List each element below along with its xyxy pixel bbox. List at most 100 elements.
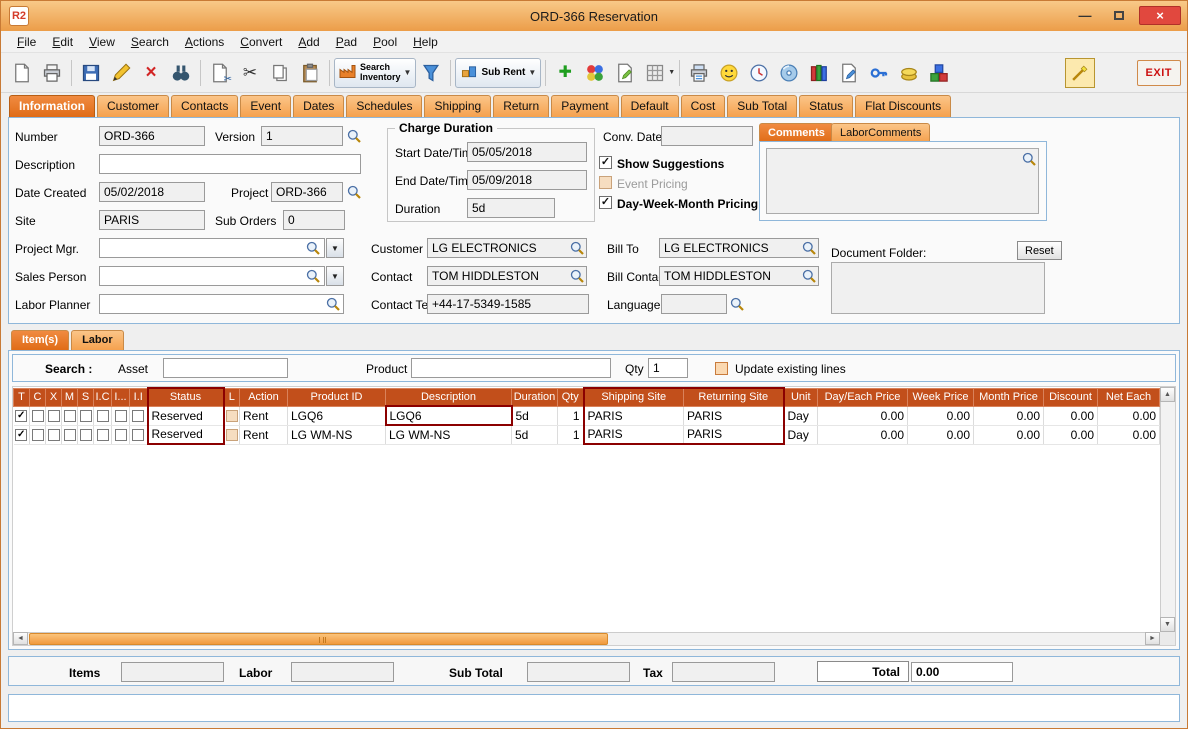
scroll-right-button[interactable]: ►	[1145, 632, 1160, 645]
site-field[interactable]	[99, 210, 205, 230]
pool-button[interactable]	[580, 58, 610, 88]
row-checkbox[interactable]	[63, 410, 76, 423]
contact-search-icon[interactable]	[569, 268, 585, 284]
qty-cell[interactable]: 1	[557, 425, 584, 445]
action-cell[interactable]: Rent	[239, 425, 288, 445]
row-checkbox[interactable]	[132, 410, 145, 423]
row-checkbox[interactable]	[114, 410, 127, 423]
tab-sub-total[interactable]: Sub Total	[727, 95, 798, 117]
tax-field[interactable]	[672, 662, 775, 682]
tab-shipping[interactable]: Shipping	[424, 95, 492, 117]
scroll-up-button[interactable]: ▲	[1160, 387, 1175, 402]
duration-field[interactable]	[467, 198, 555, 218]
dwm-pricing-checkbox[interactable]: ✓	[599, 196, 612, 209]
shipping-site-cell[interactable]: PARIS	[582, 425, 684, 445]
horizontal-scroll-thumb[interactable]	[29, 633, 608, 645]
description-field[interactable]	[99, 154, 361, 174]
key-button[interactable]	[864, 58, 894, 88]
row-s-cell[interactable]	[77, 406, 94, 426]
catalog-button[interactable]	[804, 58, 834, 88]
save-button[interactable]	[76, 58, 106, 88]
week-price-cell[interactable]: 0.00	[907, 406, 974, 426]
row-checkbox[interactable]	[31, 429, 44, 442]
discount-cell[interactable]: 0.00	[1043, 425, 1098, 445]
sales-person-dropdown[interactable]: ▼	[326, 266, 344, 286]
history-button[interactable]	[744, 58, 774, 88]
event-pricing-checkbox[interactable]	[599, 176, 612, 189]
version-search-icon[interactable]	[346, 128, 362, 144]
sales-person-field[interactable]	[99, 266, 325, 286]
asset-search-input[interactable]	[163, 358, 288, 378]
row-checkbox[interactable]	[47, 410, 60, 423]
row-checkbox[interactable]: ✓	[15, 410, 28, 423]
row-ic-cell[interactable]	[93, 406, 112, 426]
row-checkbox[interactable]	[63, 429, 76, 442]
net-each-cell[interactable]: 0.00	[1097, 425, 1160, 445]
update-existing-lines-checkbox[interactable]	[715, 362, 728, 375]
menu-view[interactable]: View	[81, 33, 123, 51]
menu-pad[interactable]: Pad	[328, 33, 365, 51]
project-search-icon[interactable]	[346, 184, 362, 200]
edit-note-button[interactable]	[610, 58, 640, 88]
product-id-cell[interactable]: LG WM-NS	[287, 425, 386, 445]
product-id-cell[interactable]: LGQ6	[287, 406, 386, 426]
assemble-button[interactable]	[924, 58, 954, 88]
row-checkbox[interactable]	[114, 429, 127, 442]
description-cell[interactable]: LG WM-NS	[385, 425, 512, 445]
scroll-left-button[interactable]: ◄	[13, 632, 28, 645]
sub-orders-field[interactable]	[283, 210, 345, 230]
customer-field[interactable]	[427, 238, 587, 258]
day-each-price-cell[interactable]: 0.00	[817, 425, 908, 445]
write-note-button[interactable]	[834, 58, 864, 88]
bill-contact-field[interactable]	[659, 266, 819, 286]
exit-button[interactable]: EXIT	[1136, 59, 1181, 86]
scroll-down-button[interactable]: ▼	[1160, 617, 1175, 632]
cut-button[interactable]: ✂	[235, 58, 265, 88]
subtotal-field[interactable]	[527, 662, 630, 682]
row-ii-cell[interactable]	[129, 406, 148, 426]
row-s-cell[interactable]	[77, 425, 94, 445]
row-m-cell[interactable]	[61, 406, 78, 426]
row-x-cell[interactable]	[45, 425, 62, 445]
month-price-cell[interactable]: 0.00	[973, 406, 1044, 426]
date-created-field[interactable]	[99, 182, 205, 202]
filter-button[interactable]	[416, 58, 446, 88]
row-ii-cell[interactable]	[129, 425, 148, 445]
menu-actions[interactable]: Actions	[177, 33, 232, 51]
row-m-cell[interactable]	[61, 425, 78, 445]
copy-button[interactable]	[265, 58, 295, 88]
discount-cell[interactable]: 0.00	[1043, 406, 1098, 426]
row-c-cell[interactable]	[29, 406, 46, 426]
language-field[interactable]	[661, 294, 727, 314]
number-field[interactable]	[99, 126, 205, 146]
feedback-button[interactable]	[714, 58, 744, 88]
tab-items[interactable]: Item(s)	[11, 330, 70, 350]
grid-button[interactable]	[640, 58, 670, 88]
report-print-button[interactable]	[684, 58, 714, 88]
menu-search[interactable]: Search	[123, 33, 177, 51]
row-checkbox[interactable]	[79, 429, 92, 442]
tab-payment[interactable]: Payment	[551, 95, 619, 117]
end-datetime-field[interactable]	[467, 170, 587, 190]
horizontal-scrollbar[interactable]: ◄ ►	[13, 632, 1160, 645]
tab-schedules[interactable]: Schedules	[346, 95, 423, 117]
row-x-cell[interactable]	[45, 406, 62, 426]
tab-default[interactable]: Default	[620, 95, 679, 117]
search-inventory-button[interactable]: Search Inventory ▼	[334, 57, 417, 88]
menu-add[interactable]: Add	[290, 33, 327, 51]
tab-information[interactable]: Information	[9, 95, 95, 117]
row-select-cell[interactable]: ✓	[13, 425, 30, 445]
tab-labor[interactable]: Labor	[71, 330, 124, 350]
labor-planner-search-icon[interactable]	[325, 296, 341, 312]
contact-tel-field[interactable]	[427, 294, 589, 314]
conv-date-field[interactable]	[661, 126, 753, 146]
labor-planner-field[interactable]	[99, 294, 344, 314]
tab-cost[interactable]: Cost	[680, 95, 726, 117]
cut-special-button[interactable]: ✂	[205, 58, 235, 88]
row-checkbox[interactable]	[225, 429, 238, 442]
bill-contact-search-icon[interactable]	[801, 268, 817, 284]
sub-rent-button[interactable]: Sub Rent ▼	[455, 57, 542, 88]
close-button[interactable]: ×	[1139, 6, 1181, 25]
reset-button[interactable]: Reset	[1017, 241, 1062, 260]
delete-button[interactable]: ×	[136, 58, 166, 88]
